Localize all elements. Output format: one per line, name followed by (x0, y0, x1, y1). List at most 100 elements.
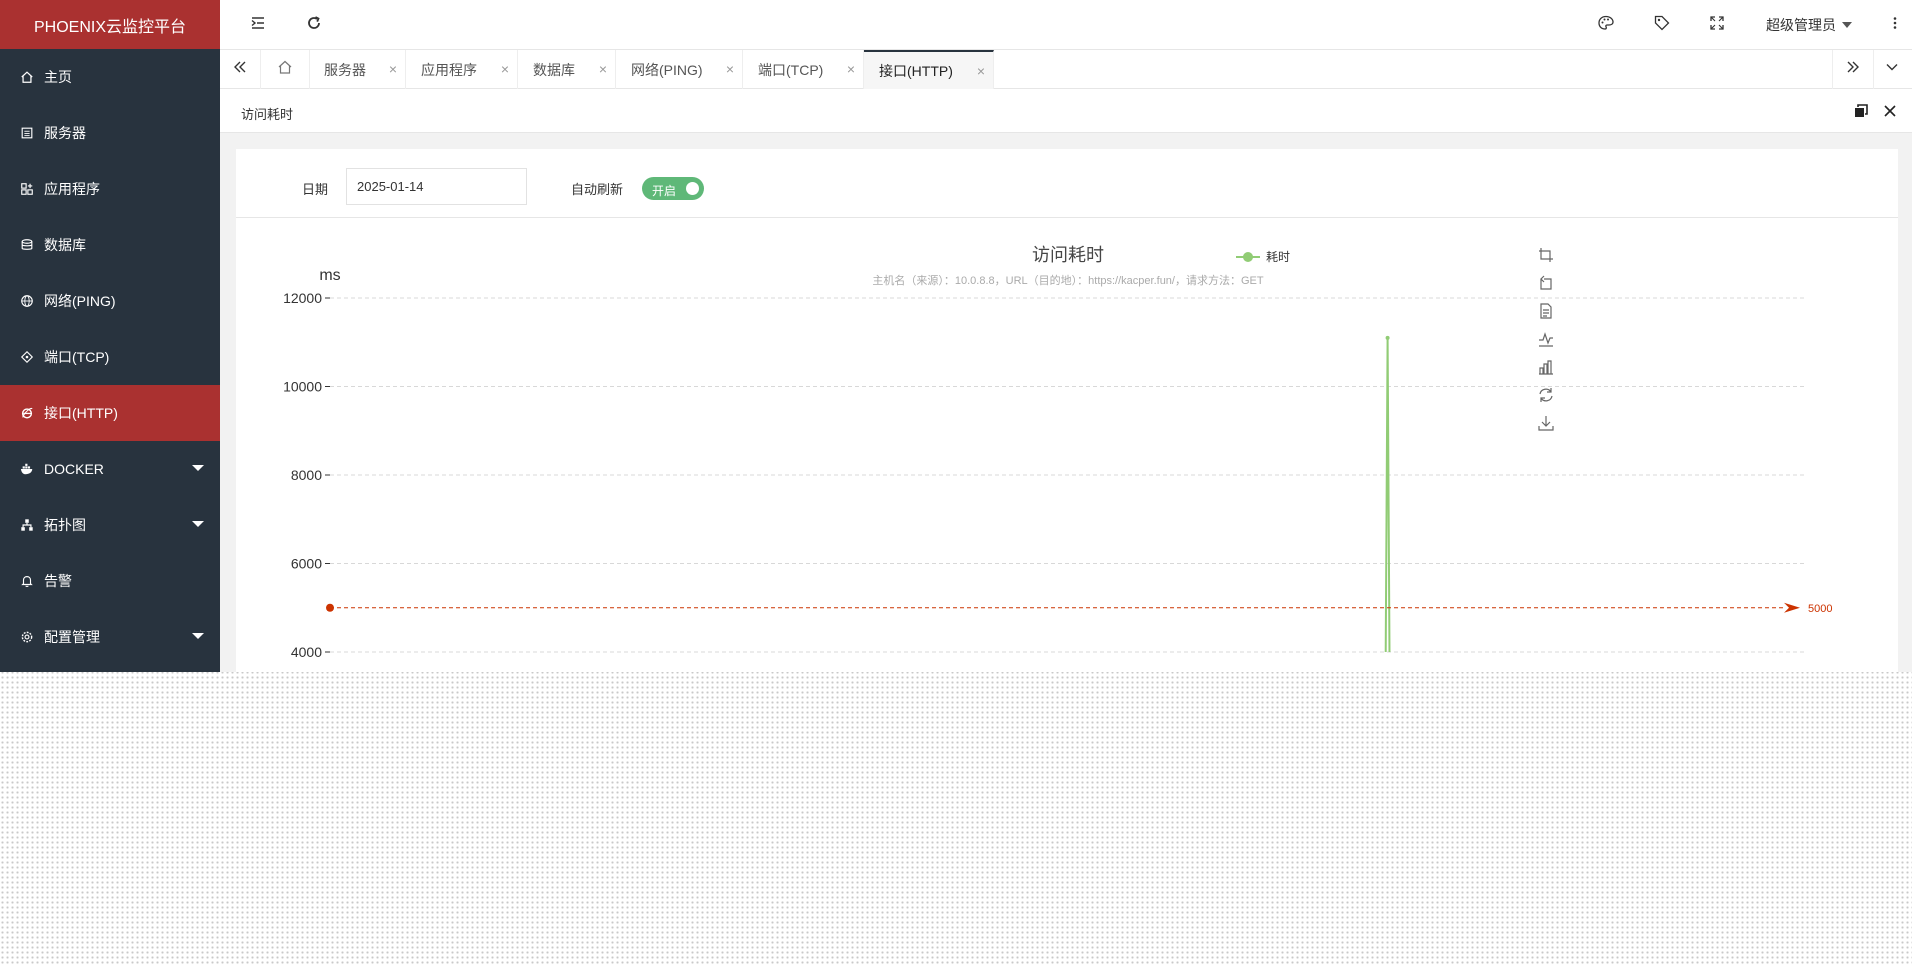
sidebar-item-topology[interactable]: 拓扑图 (0, 497, 220, 553)
chevron-down-icon (1884, 59, 1900, 80)
zoom-icon[interactable] (1538, 247, 1554, 263)
sidebar-item-label: 配置管理 (44, 629, 100, 645)
y-tick-label: 6000 (291, 556, 322, 572)
sidebar-item-tcp[interactable]: 端口(TCP) (0, 329, 220, 385)
user-menu[interactable]: 超级管理员 (1766, 15, 1852, 35)
tab-label: 接口(HTTP) (879, 62, 953, 79)
tab-label: 数据库 (533, 61, 575, 78)
date-input[interactable]: 2025-01-14 (346, 168, 527, 205)
refresh-button[interactable] (303, 14, 325, 36)
more-button[interactable] (1884, 14, 1906, 36)
markline-arrow (1784, 602, 1800, 613)
server-icon (20, 126, 34, 140)
app-window: PHOENIX云监控平台 主页 服务器 应用程序 数据库 网络(PING) 端口… (0, 0, 1912, 672)
double-chevron-left-icon (232, 59, 248, 80)
close-icon[interactable]: × (847, 61, 855, 77)
y-axis-ticks: 4000 6000 8000 10000 12000 (283, 290, 330, 660)
sidebar-item-alarm[interactable]: 告警 (0, 553, 220, 609)
date-label: 日期 (302, 182, 329, 197)
toggle-state-text: 开启 (652, 184, 677, 198)
tab-http[interactable]: 接口(HTTP) × (864, 50, 994, 89)
sidebar-item-ping[interactable]: 网络(PING) (0, 273, 220, 329)
download-icon[interactable] (1538, 415, 1554, 431)
tab-ping[interactable]: 网络(PING) × (616, 50, 743, 89)
threshold-markline: 5000 (326, 602, 1832, 615)
page-title: 访问耗时 (241, 107, 294, 122)
sidebar-item-label: 数据库 (44, 237, 86, 253)
database-icon (20, 238, 34, 252)
tab-home[interactable] (261, 50, 310, 89)
tab-scroll-left-button[interactable] (220, 50, 261, 89)
docker-icon (20, 462, 34, 476)
tag-button[interactable] (1651, 14, 1673, 36)
toggle-knob (686, 182, 699, 195)
legend[interactable]: 耗时 (1236, 250, 1290, 264)
sidebar-item-label: 主页 (44, 69, 72, 85)
bar-chart-icon[interactable] (1538, 359, 1554, 375)
close-icon[interactable]: × (501, 61, 509, 77)
close-icon[interactable] (1883, 104, 1897, 118)
chart-title: 访问耗时 (1032, 245, 1104, 265)
sidebar-item-label: 接口(HTTP) (44, 405, 118, 421)
restore-icon[interactable] (1538, 387, 1554, 403)
more-vertical-icon (1886, 14, 1904, 37)
tab-scroll-right-button[interactable] (1832, 50, 1874, 89)
sidebar-item-home[interactable]: 主页 (0, 49, 220, 105)
close-icon[interactable]: × (977, 63, 985, 79)
tab-tcp[interactable]: 端口(TCP) × (743, 50, 864, 89)
theme-button[interactable] (1595, 14, 1617, 36)
gear-icon (20, 630, 34, 644)
tab-menu-button[interactable] (1872, 50, 1912, 89)
sidebar-item-server[interactable]: 服务器 (0, 105, 220, 161)
bell-icon (20, 574, 34, 588)
chevron-down-icon (1842, 22, 1852, 28)
home-icon (277, 59, 293, 80)
y-tick-label: 4000 (291, 644, 322, 660)
palette-icon (1597, 14, 1615, 37)
tab-server[interactable]: 服务器 × (309, 50, 406, 89)
sidebar-item-http[interactable]: 接口(HTTP) (0, 385, 220, 441)
legend-label: 耗时 (1266, 250, 1290, 264)
sidebar-item-application[interactable]: 应用程序 (0, 161, 220, 217)
sidebar-item-docker[interactable]: DOCKER (0, 441, 220, 497)
series-line (1384, 337, 1391, 652)
fullscreen-button[interactable] (1706, 14, 1728, 36)
tab-bar: 服务器 × 应用程序 × 数据库 × 网络(PING) × 端口(TCP) × … (220, 49, 1912, 89)
y-tick-label: 12000 (283, 290, 322, 306)
y-axis-label: ms (319, 267, 340, 284)
ie-icon (20, 406, 34, 420)
sidebar-item-label: 端口(TCP) (44, 349, 110, 365)
sidebar-item-label: 应用程序 (44, 181, 100, 197)
tab-label: 服务器 (324, 61, 366, 78)
sidebar-item-database[interactable]: 数据库 (0, 217, 220, 273)
y-tick-label: 8000 (291, 467, 322, 483)
chart-card: 日期 2025-01-14 自动刷新 开启 访问耗时 主机名（来源）：10.0.… (236, 149, 1898, 672)
sidebar-item-label: 告警 (44, 573, 72, 589)
markline-label: 5000 (1808, 603, 1832, 615)
home-icon (20, 70, 34, 84)
close-icon[interactable]: × (599, 61, 607, 77)
close-icon[interactable]: × (389, 61, 397, 77)
data-view-icon[interactable] (1538, 303, 1554, 319)
y-tick-label: 10000 (283, 379, 322, 395)
app-icon (20, 182, 34, 196)
auto-refresh-toggle[interactable]: 开启 (642, 177, 704, 200)
indent-icon (249, 14, 267, 37)
restore-window-icon[interactable] (1854, 104, 1868, 118)
zoom-reset-icon[interactable] (1538, 275, 1554, 291)
close-icon[interactable]: × (726, 61, 734, 77)
tab-application[interactable]: 应用程序 × (406, 50, 518, 89)
tab-database[interactable]: 数据库 × (518, 50, 616, 89)
top-header: 超级管理员 (220, 0, 1912, 49)
line-chart-icon[interactable] (1538, 331, 1554, 347)
toggle-sidebar-button[interactable] (247, 14, 269, 36)
sidebar-item-label: 拓扑图 (44, 517, 86, 533)
sidebar-item-config[interactable]: 配置管理 (0, 609, 220, 665)
sidebar-item-label: 服务器 (44, 125, 86, 141)
auto-refresh-label: 自动刷新 (571, 182, 624, 197)
user-name: 超级管理员 (1766, 17, 1836, 33)
tab-label: 网络(PING) (631, 61, 703, 78)
app-logo[interactable]: PHOENIX云监控平台 (0, 0, 220, 49)
refresh-icon (305, 14, 323, 37)
double-chevron-right-icon (1845, 59, 1861, 80)
